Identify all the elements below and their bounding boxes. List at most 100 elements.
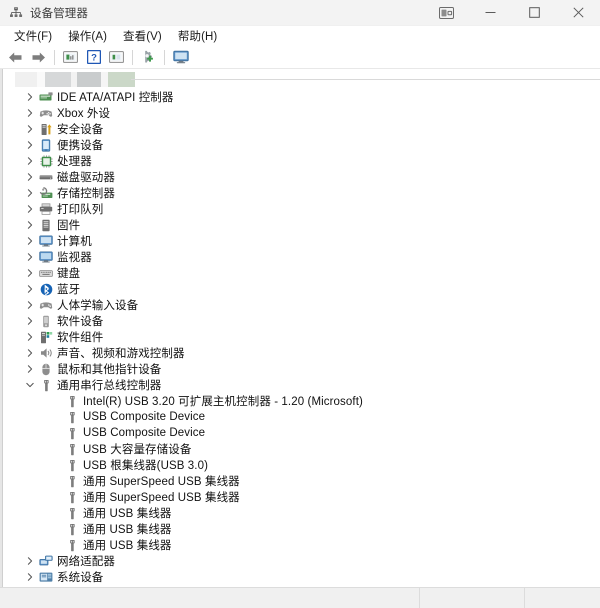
tree-item[interactable]: Intel(R) USB 3.20 可扩展主机控制器 - 1.20 (Micro… <box>3 393 600 409</box>
usb-device-icon <box>63 457 81 473</box>
menu-action[interactable]: 操作(A) <box>62 26 117 46</box>
tree-item[interactable]: 打印队列 <box>3 201 600 217</box>
close-button[interactable] <box>556 0 600 25</box>
chevron-right-icon[interactable] <box>23 297 37 313</box>
tree-item[interactable]: 网络适配器 <box>3 553 600 569</box>
chevron-right-icon[interactable] <box>23 361 37 377</box>
device-tree-pane[interactable]: IDE ATA/ATAPI 控制器 Xbox 外设安全设备便携设备 处理器 磁盘驱动器… <box>3 69 600 587</box>
maximize-button[interactable] <box>512 0 556 25</box>
tree-item[interactable]: 便携设备 <box>3 137 600 153</box>
minimize-button[interactable] <box>468 0 512 25</box>
tree-item[interactable]: 安全设备 <box>3 121 600 137</box>
storage-controller-icon <box>37 185 55 201</box>
tree-item[interactable]: 处理器 <box>3 153 600 169</box>
tree-item[interactable]: USB 根集线器(USB 3.0) <box>3 457 600 473</box>
tree-item-label: 人体学输入设备 <box>57 300 139 312</box>
usb-device-icon <box>63 409 81 425</box>
tree-item[interactable]: 监视器 <box>3 249 600 265</box>
snip-button[interactable] <box>424 0 468 25</box>
usb-device-icon <box>63 521 81 537</box>
toolbar-separator-2 <box>132 49 133 65</box>
tree-item[interactable]: 键盘 <box>3 265 600 281</box>
tree-item[interactable]: 存储控制器 <box>3 185 600 201</box>
tree-item[interactable]: 蓝牙 <box>3 281 600 297</box>
system-device-icon <box>37 569 55 585</box>
chevron-right-icon[interactable] <box>23 137 37 153</box>
usb-device-icon <box>63 537 81 553</box>
tree-item[interactable]: 人体学输入设备 <box>3 297 600 313</box>
tree-item[interactable]: Xbox 外设 <box>3 105 600 121</box>
chevron-right-icon[interactable] <box>23 217 37 233</box>
tree-item-label: 软件设备 <box>57 316 104 328</box>
chevron-right-icon[interactable] <box>23 553 37 569</box>
tree-item[interactable]: 计算机 <box>3 233 600 249</box>
help-button[interactable]: ? <box>82 47 105 67</box>
update-driver-button[interactable] <box>105 47 128 67</box>
usb-device-icon <box>63 393 81 409</box>
snip-icon <box>438 6 454 19</box>
tree-item[interactable]: 软件设备 <box>3 313 600 329</box>
tree-item-label: 便携设备 <box>57 140 104 152</box>
chevron-right-icon[interactable] <box>23 233 37 249</box>
tree-item[interactable]: 声音、视频和游戏控制器 <box>3 345 600 361</box>
chevron-right-icon[interactable] <box>23 121 37 137</box>
tree-item[interactable]: 软件组件 <box>3 329 600 345</box>
chevron-right-icon[interactable] <box>23 249 37 265</box>
tree-item[interactable]: 通用 USB 集线器 <box>3 537 600 553</box>
menu-help[interactable]: 帮助(H) <box>172 26 227 46</box>
menu-view[interactable]: 查看(V) <box>117 26 172 46</box>
toolbar-separator-1 <box>54 49 55 65</box>
chevron-right-icon[interactable] <box>23 569 37 585</box>
minimize-icon <box>485 7 496 18</box>
title-bar-left: 设备管理器 <box>0 5 88 21</box>
chevron-down-icon[interactable] <box>23 377 37 393</box>
usb-device-icon <box>63 473 81 489</box>
chevron-right-icon[interactable] <box>23 329 37 345</box>
chevron-right-icon[interactable] <box>23 281 37 297</box>
tree-item[interactable]: 鼠标和其他指针设备 <box>3 361 600 377</box>
tree-item-label: USB Composite Device <box>83 411 206 423</box>
tree-item[interactable]: 固件 <box>3 217 600 233</box>
forward-button[interactable] <box>27 47 50 67</box>
tree-item[interactable]: IDE ATA/ATAPI 控制器 <box>3 89 600 105</box>
properties-icon <box>63 50 78 64</box>
portable-device-icon <box>37 137 55 153</box>
properties-button[interactable] <box>59 47 82 67</box>
chevron-right-icon[interactable] <box>23 345 37 361</box>
mouse-icon <box>37 361 55 377</box>
usb-device-icon <box>63 441 81 457</box>
chevron-right-icon[interactable] <box>23 153 37 169</box>
chevron-down-icon[interactable] <box>23 585 37 587</box>
tree-item-label: 通用串行总线控制器 <box>57 380 162 392</box>
tree-item[interactable]: 显示适配器 <box>3 585 600 587</box>
tree-item-label: 键盘 <box>57 268 81 280</box>
tree-item[interactable]: USB Composite Device <box>3 425 600 441</box>
status-pane-2 <box>419 588 524 608</box>
back-button[interactable] <box>4 47 27 67</box>
tree-item[interactable]: 通用 SuperSpeed USB 集线器 <box>3 489 600 505</box>
scan-hardware-button[interactable] <box>137 47 160 67</box>
menu-file[interactable]: 文件(F) <box>8 26 62 46</box>
monitor-icon <box>37 249 55 265</box>
chevron-right-icon[interactable] <box>23 313 37 329</box>
tree-item-label: USB 根集线器(USB 3.0) <box>83 460 209 472</box>
chevron-right-icon[interactable] <box>23 169 37 185</box>
tree-item-label: 蓝牙 <box>57 284 81 296</box>
tree-item[interactable]: 磁盘驱动器 <box>3 169 600 185</box>
show-hidden-devices-button[interactable] <box>169 47 192 67</box>
tree-item[interactable]: 系统设备 <box>3 569 600 585</box>
chevron-right-icon[interactable] <box>23 201 37 217</box>
chevron-right-icon[interactable] <box>23 89 37 105</box>
device-manager-window: 设备管理器 文件(F) 操作(A) 查看(V) 帮助(H) ? IDE ATA/… <box>0 0 600 608</box>
tree-item-label: 安全设备 <box>57 124 104 136</box>
chevron-right-icon[interactable] <box>23 185 37 201</box>
tree-item[interactable]: 通用串行总线控制器 <box>3 377 600 393</box>
device-manager-icon <box>9 6 23 20</box>
chevron-right-icon[interactable] <box>23 105 37 121</box>
tree-item[interactable]: 通用 USB 集线器 <box>3 505 600 521</box>
tree-item[interactable]: 通用 SuperSpeed USB 集线器 <box>3 473 600 489</box>
chevron-right-icon[interactable] <box>23 265 37 281</box>
tree-item[interactable]: 通用 USB 集线器 <box>3 521 600 537</box>
tree-item[interactable]: USB Composite Device <box>3 409 600 425</box>
tree-item[interactable]: USB 大容量存储设备 <box>3 441 600 457</box>
